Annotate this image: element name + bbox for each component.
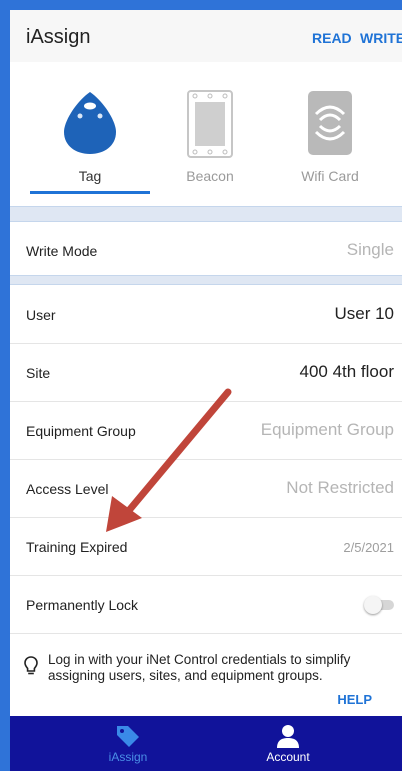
bottom-nav: iAssign Account [10, 716, 402, 771]
selected-tab-indicator [30, 191, 150, 194]
equipment-group-value: Equipment Group [260, 420, 394, 439]
site-label: Site [26, 365, 51, 381]
section-divider [10, 275, 402, 285]
site-value: 400 4th floor [299, 362, 394, 381]
help-button[interactable]: HELP [337, 692, 372, 707]
device-tab-wifi-card[interactable]: Wifi Card [275, 70, 385, 200]
write-mode-value: Single [346, 240, 394, 259]
toggle-knob [364, 596, 382, 614]
device-tab-beacon-label: Beacon [186, 168, 234, 184]
access-level-label: Access Level [26, 481, 109, 497]
lightbulb-icon [24, 656, 38, 675]
equipment-group-label: Equipment Group [26, 423, 136, 439]
app-header: iAssign READ WRITE [10, 10, 402, 62]
access-level-row[interactable]: Access Level Not Restricted [10, 460, 402, 518]
account-icon [277, 725, 299, 748]
login-info-panel: Log in with your iNet Control credential… [10, 634, 402, 716]
device-tab-tag-label: Tag [78, 168, 102, 184]
nav-item-iassign-label: iAssign [108, 750, 148, 764]
device-tab-wifi-card-label: Wifi Card [301, 168, 359, 184]
write-button[interactable]: WRITE [360, 30, 402, 46]
permanently-lock-toggle[interactable] [364, 596, 394, 614]
write-mode-row[interactable]: Write Mode Single [10, 222, 402, 280]
beacon-icon [187, 90, 233, 158]
section-divider [10, 206, 402, 222]
equipment-group-row[interactable]: Equipment Group Equipment Group [10, 402, 402, 460]
permanently-lock-row: Permanently Lock [10, 576, 402, 634]
device-tab-tag[interactable]: Tag [35, 70, 145, 200]
tag-icon [117, 726, 139, 747]
device-tab-beacon[interactable]: Beacon [155, 70, 265, 200]
write-mode-label: Write Mode [26, 243, 98, 259]
training-expired-value: 2/5/2021 [343, 540, 394, 555]
nav-item-account-label: Account [266, 750, 310, 764]
nav-item-iassign[interactable]: iAssign [68, 716, 188, 771]
app-title: iAssign [26, 26, 91, 48]
user-row[interactable]: User User 10 [10, 286, 402, 344]
access-level-value: Not Restricted [286, 478, 394, 497]
user-value: User 10 [334, 304, 394, 323]
training-expired-label: Training Expired [26, 539, 128, 555]
nav-item-account[interactable]: Account [228, 716, 348, 771]
permanently-lock-label: Permanently Lock [26, 597, 139, 613]
training-expired-row[interactable]: Training Expired 2/5/2021 [10, 518, 402, 576]
device-selector: Tag Beacon Wifi Card [10, 70, 402, 205]
site-row[interactable]: Site 400 4th floor [10, 344, 402, 402]
read-button[interactable]: READ [312, 30, 352, 46]
wifi-card-icon [308, 91, 352, 155]
tag-icon [64, 92, 116, 154]
user-label: User [26, 307, 56, 323]
app-screen: iAssign READ WRITE Tag Beacon Wifi Card … [10, 10, 402, 771]
login-info-message: Log in with your iNet Control credential… [48, 652, 351, 683]
